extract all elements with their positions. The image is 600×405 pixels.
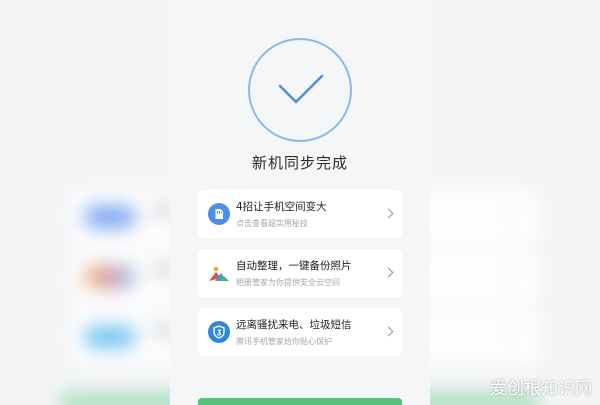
bg-blob bbox=[84, 206, 136, 228]
card-call-protection[interactable]: 远离骚扰来电、垃圾短信 腾讯手机管家给你贴心保护 bbox=[198, 308, 402, 356]
sync-complete-panel: 新机同步完成 4招让手机空间变大 点击查看超实用秘技 自动整理，一键备份照片 相… bbox=[170, 0, 430, 405]
chevron-right-icon bbox=[383, 267, 394, 278]
chevron-right-icon bbox=[383, 208, 394, 219]
card-subtitle: 点击查看超实用秘技 bbox=[236, 219, 308, 228]
bottom-action-button[interactable] bbox=[198, 398, 402, 405]
bg-blob bbox=[84, 266, 136, 288]
screen: 新机同步完成 4招让手机空间变大 点击查看超实用秘技 自动整理，一键备份照片 相… bbox=[0, 0, 600, 405]
sd-card-icon bbox=[208, 203, 230, 225]
card-title: 远离骚扰来电、垃圾短信 bbox=[236, 319, 352, 331]
chevron-right-icon bbox=[383, 326, 394, 337]
card-storage-tips[interactable]: 4招让手机空间变大 点击查看超实用秘技 bbox=[198, 190, 402, 238]
card-photo-backup[interactable]: 自动整理，一键备份照片 相册管家为你提供安全云空间 bbox=[198, 249, 402, 297]
card-subtitle: 腾讯手机管家给你贴心保护 bbox=[236, 337, 332, 346]
bg-blob bbox=[84, 326, 136, 348]
photo-gallery-icon bbox=[208, 262, 230, 284]
card-title: 4招让手机空间变大 bbox=[236, 201, 327, 213]
watermark-text: 爱创根知识网 bbox=[490, 379, 592, 399]
check-icon bbox=[248, 38, 352, 142]
card-subtitle: 相册管家为你提供安全云空间 bbox=[236, 278, 340, 287]
shield-icon bbox=[208, 321, 230, 343]
page-title: 新机同步完成 bbox=[251, 154, 348, 172]
card-title: 自动整理，一键备份照片 bbox=[236, 260, 352, 272]
